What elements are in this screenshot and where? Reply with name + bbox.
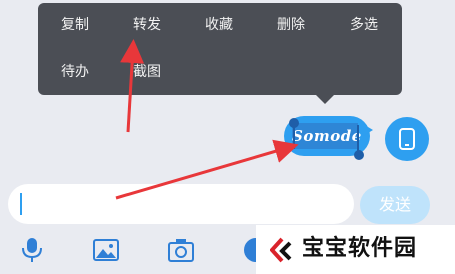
image-icon[interactable] bbox=[92, 236, 120, 264]
menu-item-multiselect[interactable]: 多选 bbox=[334, 10, 394, 40]
chat-screen: 复制 转发 收藏 删除 多选 待办 截图 Somode 发送 宝宝软件园 bbox=[0, 0, 455, 274]
text-cursor bbox=[20, 193, 22, 215]
camera-icon[interactable] bbox=[167, 236, 195, 264]
selection-end-bar bbox=[357, 125, 359, 151]
watermark-logo-icon bbox=[270, 237, 292, 263]
microphone-icon[interactable] bbox=[18, 236, 46, 264]
avatar[interactable] bbox=[385, 117, 429, 161]
menu-item-screenshot[interactable]: 截图 bbox=[117, 57, 177, 87]
watermark-text: 宝宝软件园 bbox=[302, 236, 418, 261]
bubble-tail bbox=[363, 124, 373, 136]
message-context-menu: 复制 转发 收藏 删除 多选 待办 截图 bbox=[38, 3, 402, 95]
selection-start-handle[interactable] bbox=[289, 118, 299, 128]
message-text-selected[interactable]: Somode bbox=[292, 123, 361, 149]
menu-item-forward[interactable]: 转发 bbox=[117, 10, 177, 40]
phone-icon bbox=[399, 128, 415, 150]
selection-end-handle[interactable] bbox=[354, 150, 364, 160]
menu-item-delete[interactable]: 删除 bbox=[261, 10, 321, 40]
send-button[interactable]: 发送 bbox=[360, 186, 430, 224]
message-input[interactable] bbox=[8, 184, 354, 224]
watermark: 宝宝软件园 bbox=[256, 225, 455, 274]
menu-item-favorite[interactable]: 收藏 bbox=[189, 10, 249, 40]
menu-item-copy[interactable]: 复制 bbox=[45, 10, 105, 40]
menu-item-todo[interactable]: 待办 bbox=[45, 57, 105, 87]
menu-caret bbox=[316, 95, 334, 104]
